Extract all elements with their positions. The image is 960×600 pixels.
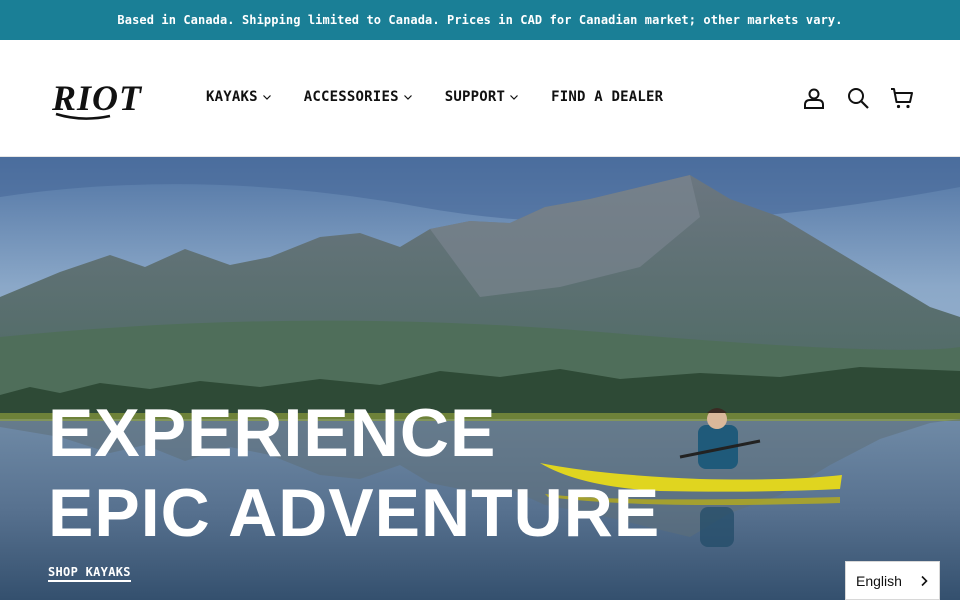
- header-icons: [782, 86, 914, 110]
- site-header: RIOT KAYAKS ACCESSORIES SUPPORT FIND A D…: [0, 40, 960, 157]
- hero-heading: EXPERIENCE EPIC ADVENTURE: [48, 393, 660, 553]
- language-selector[interactable]: English: [845, 561, 940, 600]
- nav-item-find-a-dealer[interactable]: FIND A DEALER: [551, 89, 663, 105]
- chevron-right-icon: [921, 575, 928, 586]
- nav-item-support[interactable]: SUPPORT: [445, 89, 519, 105]
- nav-item-label: KAYAKS: [206, 89, 258, 105]
- hero-heading-line1: EXPERIENCE: [48, 395, 497, 471]
- shop-kayaks-link[interactable]: SHOP KAYAKS: [48, 565, 131, 582]
- chevron-down-icon: [262, 95, 271, 100]
- svg-text:RIOT: RIOT: [52, 78, 143, 118]
- chevron-down-icon: [403, 95, 412, 100]
- nav-item-kayaks[interactable]: KAYAKS: [206, 89, 272, 105]
- main-nav: KAYAKS ACCESSORIES SUPPORT FIND A DEALER: [206, 89, 695, 105]
- chevron-down-icon: [510, 95, 519, 100]
- search-icon[interactable]: [846, 86, 870, 110]
- nav-item-label: ACCESSORIES: [303, 89, 399, 105]
- cart-icon[interactable]: [890, 86, 914, 110]
- account-icon[interactable]: [802, 86, 826, 110]
- hero-heading-line2: EPIC ADVENTURE: [48, 475, 661, 551]
- nav-item-label: SUPPORT: [444, 89, 506, 105]
- riot-logo[interactable]: RIOT: [52, 78, 170, 120]
- announcement-bar: Based in Canada. Shipping limited to Can…: [0, 0, 960, 40]
- hero-banner: EXPERIENCE EPIC ADVENTURE SHOP KAYAKS: [0, 157, 960, 600]
- nav-item-accessories[interactable]: ACCESSORIES: [304, 89, 413, 105]
- nav-item-label: FIND A DEALER: [551, 89, 664, 105]
- language-selected: English: [856, 572, 902, 589]
- announcement-text: Based in Canada. Shipping limited to Can…: [117, 13, 843, 27]
